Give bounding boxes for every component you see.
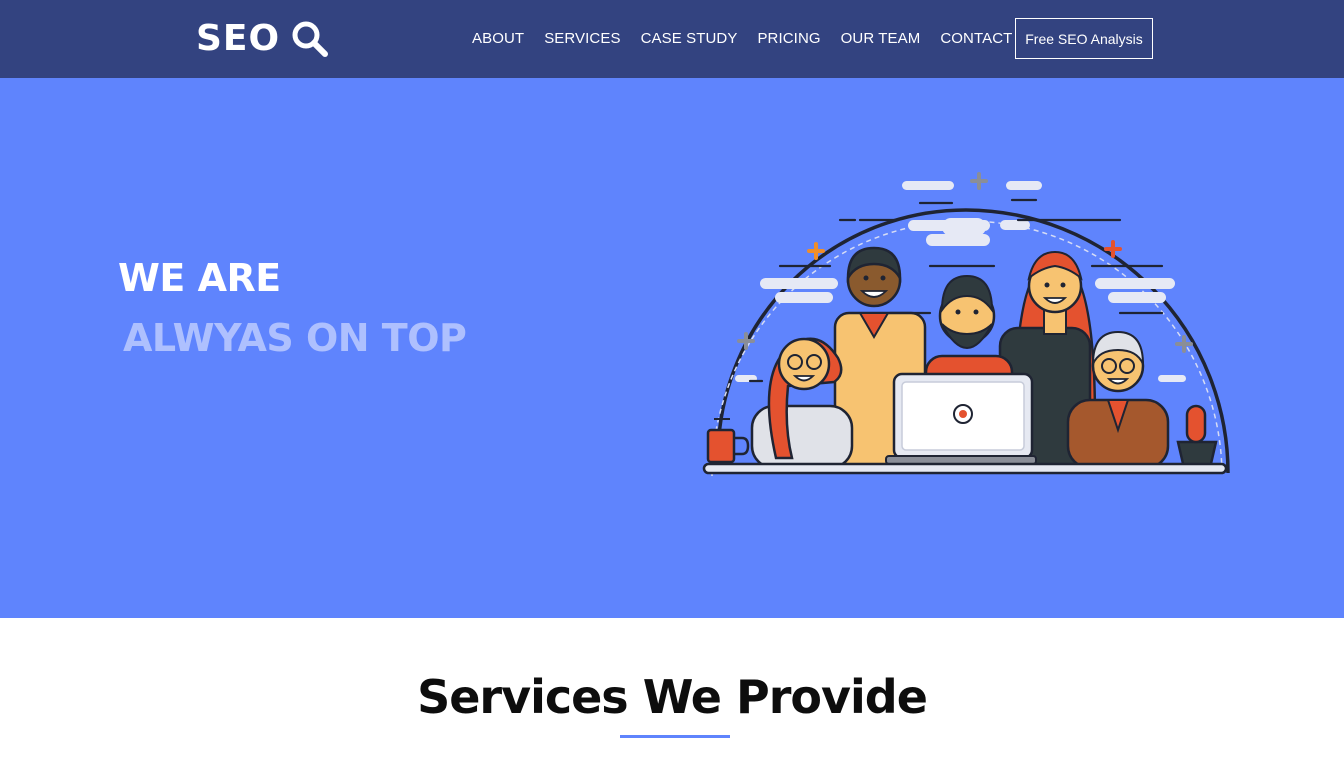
- team-illustration: [702, 172, 1230, 477]
- hero-heading-line2: ALWYAS ON TOP: [123, 316, 467, 360]
- nav-link-our-team[interactable]: OUR TEAM: [841, 28, 921, 50]
- hero-heading-line1: WE ARE: [118, 256, 281, 300]
- logo-text: SEO: [196, 18, 281, 59]
- hero-section: WE ARE ALWYAS ON TOP: [0, 78, 1344, 618]
- nav-link-services[interactable]: SERVICES: [544, 28, 620, 50]
- nav-link-about[interactable]: ABOUT: [472, 28, 524, 50]
- title-underline: [620, 735, 730, 738]
- magnifier-icon: [292, 21, 329, 57]
- nav-link-contact[interactable]: CONTACT: [940, 28, 1012, 50]
- free-seo-analysis-button[interactable]: Free SEO Analysis: [1015, 18, 1153, 59]
- site-logo[interactable]: SEO: [196, 18, 330, 60]
- services-title: Services We Provide: [417, 670, 928, 724]
- navbar: SEO ABOUT SERVICES CASE STUDY PRICING OU…: [0, 0, 1344, 78]
- nav-link-pricing[interactable]: PRICING: [757, 28, 820, 50]
- main-nav: ABOUT SERVICES CASE STUDY PRICING OUR TE…: [472, 28, 1032, 50]
- nav-link-case-study[interactable]: CASE STUDY: [641, 28, 738, 50]
